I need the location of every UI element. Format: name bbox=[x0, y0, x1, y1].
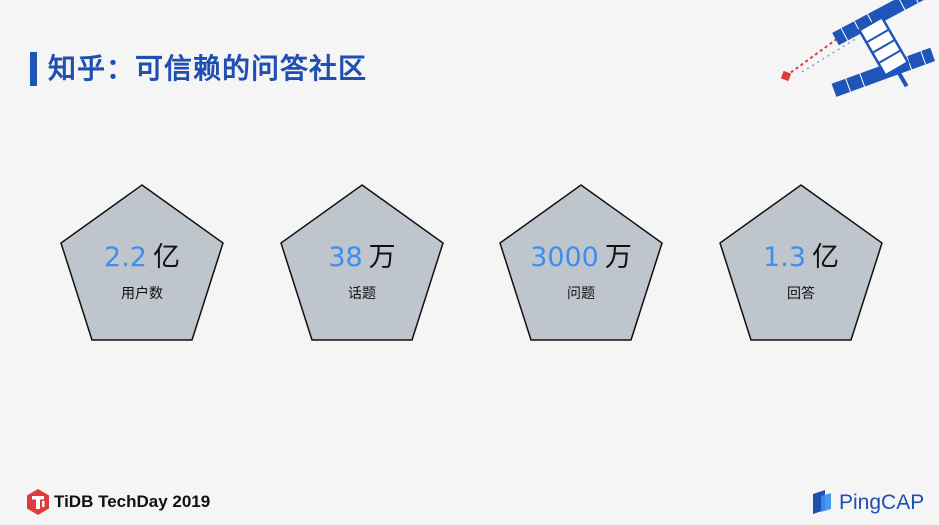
stat-users: 2.2 亿 用户数 bbox=[58, 183, 226, 343]
stat-value: 38 万 bbox=[278, 241, 446, 275]
stat-topics: 38 万 话题 bbox=[278, 183, 446, 343]
stat-number: 2.2 bbox=[104, 242, 147, 273]
stat-label: 话题 bbox=[348, 286, 376, 302]
pingcap-logo-icon bbox=[813, 490, 831, 514]
brand-name: PingCAP bbox=[839, 491, 925, 514]
tidb-logo-icon bbox=[27, 489, 49, 515]
stat-label: 问题 bbox=[567, 286, 595, 302]
stat-number: 1.3 bbox=[763, 242, 806, 273]
stat-unit: 亿 bbox=[811, 242, 839, 273]
stat-value: 3000 万 bbox=[497, 241, 665, 275]
stat-number: 38 bbox=[328, 242, 363, 273]
stats-row: 2.2 亿 用户数 38 万 话题 3000 万 问题 1.3 亿 回答 bbox=[0, 0, 939, 525]
stat-label: 用户数 bbox=[121, 286, 163, 302]
stat-unit: 万 bbox=[604, 242, 632, 273]
stat-number: 3000 bbox=[530, 242, 599, 273]
stat-value: 1.3 亿 bbox=[717, 241, 885, 275]
stat-label: 回答 bbox=[787, 286, 815, 302]
event-name: TiDB TechDay 2019 bbox=[54, 492, 211, 511]
stat-unit: 亿 bbox=[152, 242, 180, 273]
stat-value: 2.2 亿 bbox=[58, 241, 226, 275]
stat-answers: 1.3 亿 回答 bbox=[717, 183, 885, 343]
stat-questions: 3000 万 问题 bbox=[497, 183, 665, 343]
stat-unit: 万 bbox=[368, 242, 396, 273]
